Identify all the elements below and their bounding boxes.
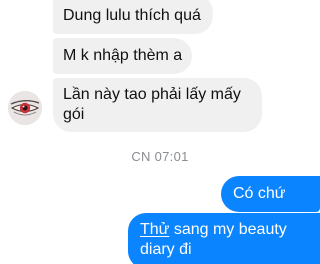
incoming-message-bubble[interactable]: M k nhập thèm a (53, 38, 192, 74)
spellcheck-underlined-word: Thử (140, 221, 170, 238)
incoming-message-bubble[interactable]: Lần này tao phải lấy mấy gói (53, 78, 262, 132)
outgoing-message-bubble[interactable]: Thử sang my beauty diary đi (128, 213, 320, 264)
chat-screen: Dung lulu thích quá M k nhập thèm a Lần … (0, 0, 320, 264)
outgoing-message-bubble[interactable]: Có chứ (221, 176, 320, 212)
message-timestamp: CN 07:01 (131, 149, 189, 164)
message-text: M k nhập thèm a (63, 47, 183, 64)
message-text: Có chứ (233, 185, 286, 202)
message-text: Lần này tao phải lấy mấy gói (63, 86, 241, 123)
message-text: Dung lulu thích quá (63, 7, 201, 24)
eye-avatar-icon[interactable] (8, 91, 42, 125)
incoming-message-bubble[interactable]: Dung lulu thích quá (53, 0, 213, 34)
